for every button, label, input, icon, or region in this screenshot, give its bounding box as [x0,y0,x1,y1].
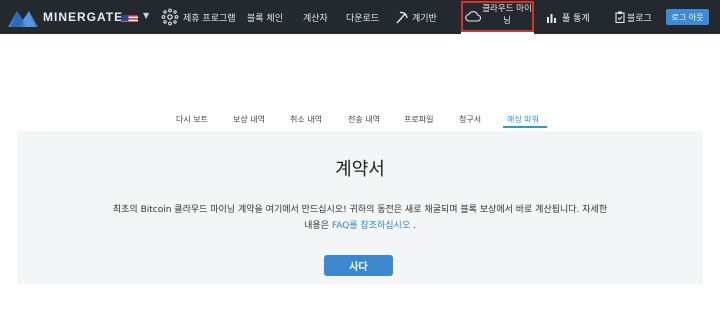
nav-calculator[interactable]: 계산자 [303,0,328,34]
tab-invoices[interactable]: 청구서 [459,114,481,125]
cloud-icon [465,7,481,26]
tab-cancel-history[interactable]: 취소 내역 [290,114,322,125]
language-dropdown-caret-icon[interactable]: ▼ [143,11,149,20]
us-flag-icon[interactable] [121,11,138,22]
nav-blog[interactable]: 블로그 [615,0,652,34]
contract-title: 계약서 [335,159,385,180]
logout-button[interactable]: 로그 아웃 [666,9,709,25]
buy-button[interactable]: 사다 [324,255,393,276]
nav-cloud-mining-label[interactable]: 클라우드 마이닝 [482,3,532,27]
pickaxe-icon [395,11,408,24]
network-icon [161,8,179,26]
active-tab-indicator [503,126,547,128]
tab-dashboard[interactable]: 다시 보트 [176,114,208,125]
contract-description: 최초의 Bitcoin 클라우드 마이닝 계약을 여기에서 만드십시오! 귀하의… [108,202,612,234]
minergate-logo[interactable]: MINERGATE [8,6,123,28]
clipboard-icon [615,11,625,23]
nav-download[interactable]: 다운로드 [346,0,379,34]
bar-chart-icon [546,12,558,23]
brand-name: MINERGATE [43,10,124,24]
nav-affiliate-program-label: 제휴 프로그램 [183,13,236,24]
nav-dashboard-label: 계기반 [412,13,437,24]
nav-pool-stats[interactable]: 풀 통계 [546,0,590,34]
tab-hashing-power[interactable]: 해싱 파워 [507,114,539,125]
nav-affiliate-program[interactable]: 제휴 프로그램 [161,0,236,34]
nav-calculator-label: 계산자 [303,13,328,24]
account-tabs: 다시 보트 보상 내역 취소 내역 전송 내역 프로파일 청구서 해싱 파워 [0,114,720,128]
nav-blog-label: 블로그 [627,13,652,24]
contract-description-end: . [410,221,416,231]
nav-pool-stats-label: 풀 통계 [562,13,590,24]
nav-dashboard[interactable]: 계기반 [395,0,437,34]
faq-link[interactable]: FAQ를 참조하십시오 [332,221,410,231]
tab-reward-history[interactable]: 보상 내역 [233,114,265,125]
minergate-logo-icon [8,11,38,27]
nav-blockchain[interactable]: 블록 체인 [247,0,283,34]
tab-profile[interactable]: 프로파일 [404,114,433,125]
nav-download-label: 다운로드 [346,13,380,24]
nav-blockchain-label: 블록 체인 [247,13,283,24]
tab-transfer-history[interactable]: 전송 내역 [348,114,380,125]
